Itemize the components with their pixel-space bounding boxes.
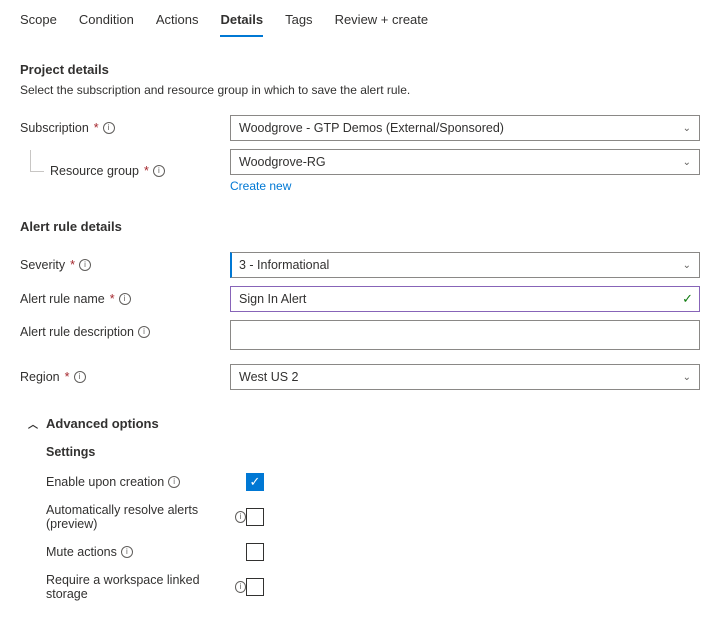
tab-scope[interactable]: Scope (20, 6, 57, 37)
severity-value: 3 - Informational (239, 258, 329, 272)
enable-row: Enable upon creation i ✓ (46, 473, 700, 491)
required-icon: * (144, 164, 149, 178)
info-icon[interactable]: i (235, 581, 246, 593)
wizard-tabs: Scope Condition Actions Details Tags Rev… (20, 6, 700, 38)
severity-label: Severity (20, 258, 65, 272)
auto-resolve-label: Automatically resolve alerts (preview) (46, 503, 231, 531)
chevron-up-icon: ︿ (28, 416, 38, 431)
tab-details[interactable]: Details (220, 6, 263, 37)
resource-group-row: Resource group * i Woodgrove-RG ⌄ Create… (20, 149, 700, 193)
chevron-down-icon: ⌄ (683, 123, 691, 134)
info-icon[interactable]: i (119, 293, 131, 305)
chevron-down-icon: ⌄ (683, 260, 691, 271)
tree-line (30, 150, 44, 172)
subscription-value: Woodgrove - GTP Demos (External/Sponsore… (239, 121, 504, 135)
alert-name-label: Alert rule name (20, 292, 105, 306)
tab-actions[interactable]: Actions (156, 6, 199, 37)
enable-label: Enable upon creation (46, 475, 164, 489)
chevron-down-icon: ⌄ (683, 372, 691, 383)
auto-resolve-row: Automatically resolve alerts (preview) i (46, 503, 700, 531)
alert-desc-label: Alert rule description (20, 325, 134, 339)
mute-label: Mute actions (46, 545, 117, 559)
info-icon[interactable]: i (103, 122, 115, 134)
subscription-row: Subscription * i Woodgrove - GTP Demos (… (20, 115, 700, 141)
alert-desc-row: Alert rule description i (20, 320, 700, 350)
region-select[interactable]: West US 2 ⌄ (230, 364, 700, 390)
advanced-options-section: ︿ Advanced options Settings Enable upon … (20, 416, 700, 601)
alert-rule-title: Alert rule details (20, 219, 700, 234)
info-icon[interactable]: i (235, 511, 246, 523)
alert-name-input[interactable] (230, 286, 700, 312)
required-icon: * (70, 258, 75, 272)
severity-row: Severity * i 3 - Informational ⌄ (20, 252, 700, 278)
storage-row: Require a workspace linked storage i (46, 573, 700, 601)
settings-title: Settings (46, 445, 700, 459)
subscription-select[interactable]: Woodgrove - GTP Demos (External/Sponsore… (230, 115, 700, 141)
storage-label: Require a workspace linked storage (46, 573, 231, 601)
project-details-title: Project details (20, 62, 700, 77)
advanced-options-toggle[interactable]: ︿ Advanced options (28, 416, 700, 431)
resource-group-label: Resource group (50, 164, 139, 178)
mute-row: Mute actions i (46, 543, 700, 561)
alert-rule-details-section: Alert rule details Severity * i 3 - Info… (20, 219, 700, 390)
auto-resolve-checkbox[interactable] (246, 508, 264, 526)
info-icon[interactable]: i (138, 326, 150, 338)
info-icon[interactable]: i (153, 165, 165, 177)
region-row: Region * i West US 2 ⌄ (20, 364, 700, 390)
info-icon[interactable]: i (121, 546, 133, 558)
required-icon: * (65, 370, 70, 384)
alert-desc-input[interactable] (230, 320, 700, 350)
chevron-down-icon: ⌄ (683, 157, 691, 168)
resource-group-value: Woodgrove-RG (239, 155, 326, 169)
storage-checkbox[interactable] (246, 578, 264, 596)
enable-checkbox[interactable]: ✓ (246, 473, 264, 491)
alert-name-row: Alert rule name * i ✓ (20, 286, 700, 312)
create-new-link[interactable]: Create new (230, 179, 291, 193)
resource-group-select[interactable]: Woodgrove-RG ⌄ (230, 149, 700, 175)
region-value: West US 2 (239, 370, 299, 384)
mute-checkbox[interactable] (246, 543, 264, 561)
severity-select[interactable]: 3 - Informational ⌄ (230, 252, 700, 278)
tab-review[interactable]: Review + create (335, 6, 429, 37)
info-icon[interactable]: i (74, 371, 86, 383)
tab-tags[interactable]: Tags (285, 6, 312, 37)
required-icon: * (94, 121, 99, 135)
region-label: Region (20, 370, 60, 384)
advanced-options-label: Advanced options (46, 416, 159, 431)
subscription-label: Subscription (20, 121, 89, 135)
info-icon[interactable]: i (168, 476, 180, 488)
required-icon: * (110, 292, 115, 306)
tab-condition[interactable]: Condition (79, 6, 134, 37)
project-details-desc: Select the subscription and resource gro… (20, 83, 700, 97)
project-details-section: Project details Select the subscription … (20, 62, 700, 193)
info-icon[interactable]: i (79, 259, 91, 271)
